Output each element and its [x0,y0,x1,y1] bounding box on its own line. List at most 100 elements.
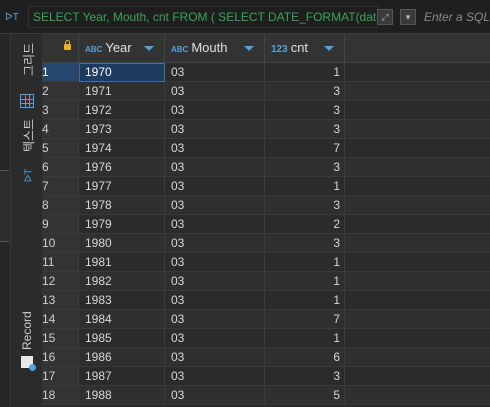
cell-year[interactable]: 1977 [79,177,165,196]
cell-cnt[interactable]: 3 [265,120,345,139]
cell-year[interactable]: 1974 [79,139,165,158]
row-number[interactable]: 9 [42,215,79,234]
table-row[interactable]: 2 1971 03 3 [42,82,490,101]
cell-mouth[interactable]: 03 [165,234,265,253]
cell-mouth[interactable]: 03 [165,120,265,139]
cell-mouth[interactable]: 03 [165,139,265,158]
cell-mouth[interactable]: 03 [165,310,265,329]
cell-cnt[interactable]: 1 [265,63,345,82]
cell-mouth[interactable]: 03 [165,386,265,405]
table-row[interactable]: 17 1987 03 3 [42,367,490,386]
column-header-mouth[interactable]: ABC Mouth [165,34,265,62]
cell-year[interactable]: 1982 [79,272,165,291]
sql-filter-input[interactable]: SELECT Year, Mouth, cnt FROM ( SELECT DA… [28,6,378,28]
row-number[interactable]: 5 [42,139,79,158]
cell-mouth[interactable]: 03 [165,253,265,272]
cell-year[interactable]: 1978 [79,196,165,215]
cell-year[interactable]: 1980 [79,234,165,253]
filter-icon[interactable]: ᐅT [5,11,27,25]
cell-year[interactable]: 1976 [79,158,165,177]
table-row[interactable]: 9 1979 03 2 [42,215,490,234]
cell-cnt[interactable]: 3 [265,82,345,101]
table-row[interactable]: 4 1973 03 3 [42,120,490,139]
sort-icon[interactable] [144,46,154,51]
cell-mouth[interactable]: 03 [165,158,265,177]
panel-splitter[interactable] [0,170,9,242]
table-row[interactable]: 14 1984 03 7 [42,310,490,329]
cell-cnt[interactable]: 1 [265,253,345,272]
row-number[interactable]: 4 [42,120,79,139]
row-number[interactable]: 1 [42,63,79,82]
cell-mouth[interactable]: 03 [165,367,265,386]
cell-cnt[interactable]: 5 [265,386,345,405]
column-header-year[interactable]: ABC Year [79,34,165,62]
row-number[interactable]: 2 [42,82,79,101]
cell-cnt[interactable]: 2 [265,215,345,234]
row-number[interactable]: 10 [42,234,79,253]
row-number-header[interactable] [42,34,79,62]
cell-cnt[interactable]: 7 [265,139,345,158]
row-number[interactable]: 14 [42,310,79,329]
column-header-cnt[interactable]: 123 cnt [265,34,345,62]
cell-year[interactable]: 1981 [79,253,165,272]
sort-icon[interactable] [324,46,334,51]
cell-year[interactable]: 1979 [79,215,165,234]
cell-cnt[interactable]: 3 [265,196,345,215]
row-number[interactable]: 17 [42,367,79,386]
cell-mouth[interactable]: 03 [165,215,265,234]
cell-mouth[interactable]: 03 [165,196,265,215]
row-number[interactable]: 16 [42,348,79,367]
cell-cnt[interactable]: 3 [265,101,345,120]
cell-year[interactable]: 1985 [79,329,165,348]
cell-cnt[interactable]: 7 [265,310,345,329]
table-row[interactable]: 3 1972 03 3 [42,101,490,120]
cell-year[interactable]: 1971 [79,82,165,101]
cell-mouth[interactable]: 03 [165,329,265,348]
table-row[interactable]: 6 1976 03 3 [42,158,490,177]
cell-cnt[interactable]: 1 [265,272,345,291]
cell-year[interactable]: 1988 [79,386,165,405]
row-number[interactable]: 12 [42,272,79,291]
table-row[interactable]: 11 1981 03 1 [42,253,490,272]
cell-year[interactable]: 1972 [79,101,165,120]
cell-cnt[interactable]: 3 [265,234,345,253]
table-row[interactable]: 7 1977 03 1 [42,177,490,196]
tab-record[interactable]: Record [11,302,42,372]
cell-mouth[interactable]: 03 [165,272,265,291]
table-row[interactable]: 15 1985 03 1 [42,329,490,348]
cell-mouth[interactable]: 03 [165,82,265,101]
cell-cnt[interactable]: 3 [265,158,345,177]
cell-mouth[interactable]: 03 [165,101,265,120]
table-row[interactable]: 5 1974 03 7 [42,139,490,158]
cell-cnt[interactable]: 1 [265,291,345,310]
table-row[interactable]: 1 1970 03 1 [42,63,490,82]
table-row[interactable]: 16 1986 03 6 [42,348,490,367]
expand-icon[interactable]: ⤢ [377,9,393,25]
cell-year[interactable]: 1973 [79,120,165,139]
row-number[interactable]: 15 [42,329,79,348]
row-number[interactable]: 3 [42,101,79,120]
tab-grid[interactable]: 그리드 [11,42,42,108]
cell-cnt[interactable]: 1 [265,177,345,196]
table-row[interactable]: 13 1983 03 1 [42,291,490,310]
table-row[interactable]: 10 1980 03 3 [42,234,490,253]
cell-year[interactable]: 1970 [79,63,165,82]
cell-year[interactable]: 1986 [79,348,165,367]
cell-mouth[interactable]: 03 [165,348,265,367]
cell-mouth[interactable]: 03 [165,291,265,310]
cell-mouth[interactable]: 03 [165,63,265,82]
cell-mouth[interactable]: 03 [165,177,265,196]
history-icon[interactable]: ▾ [400,9,416,25]
cell-year[interactable]: 1984 [79,310,165,329]
cell-cnt[interactable]: 3 [265,367,345,386]
cell-cnt[interactable]: 6 [265,348,345,367]
row-number[interactable]: 18 [42,386,79,405]
table-row[interactable]: 12 1982 03 1 [42,272,490,291]
tab-text[interactable]: 텍스트 ᐅT [11,114,42,194]
cell-year[interactable]: 1987 [79,367,165,386]
row-number[interactable]: 11 [42,253,79,272]
row-number[interactable]: 7 [42,177,79,196]
row-number[interactable]: 6 [42,158,79,177]
cell-year[interactable]: 1983 [79,291,165,310]
row-number[interactable]: 8 [42,196,79,215]
